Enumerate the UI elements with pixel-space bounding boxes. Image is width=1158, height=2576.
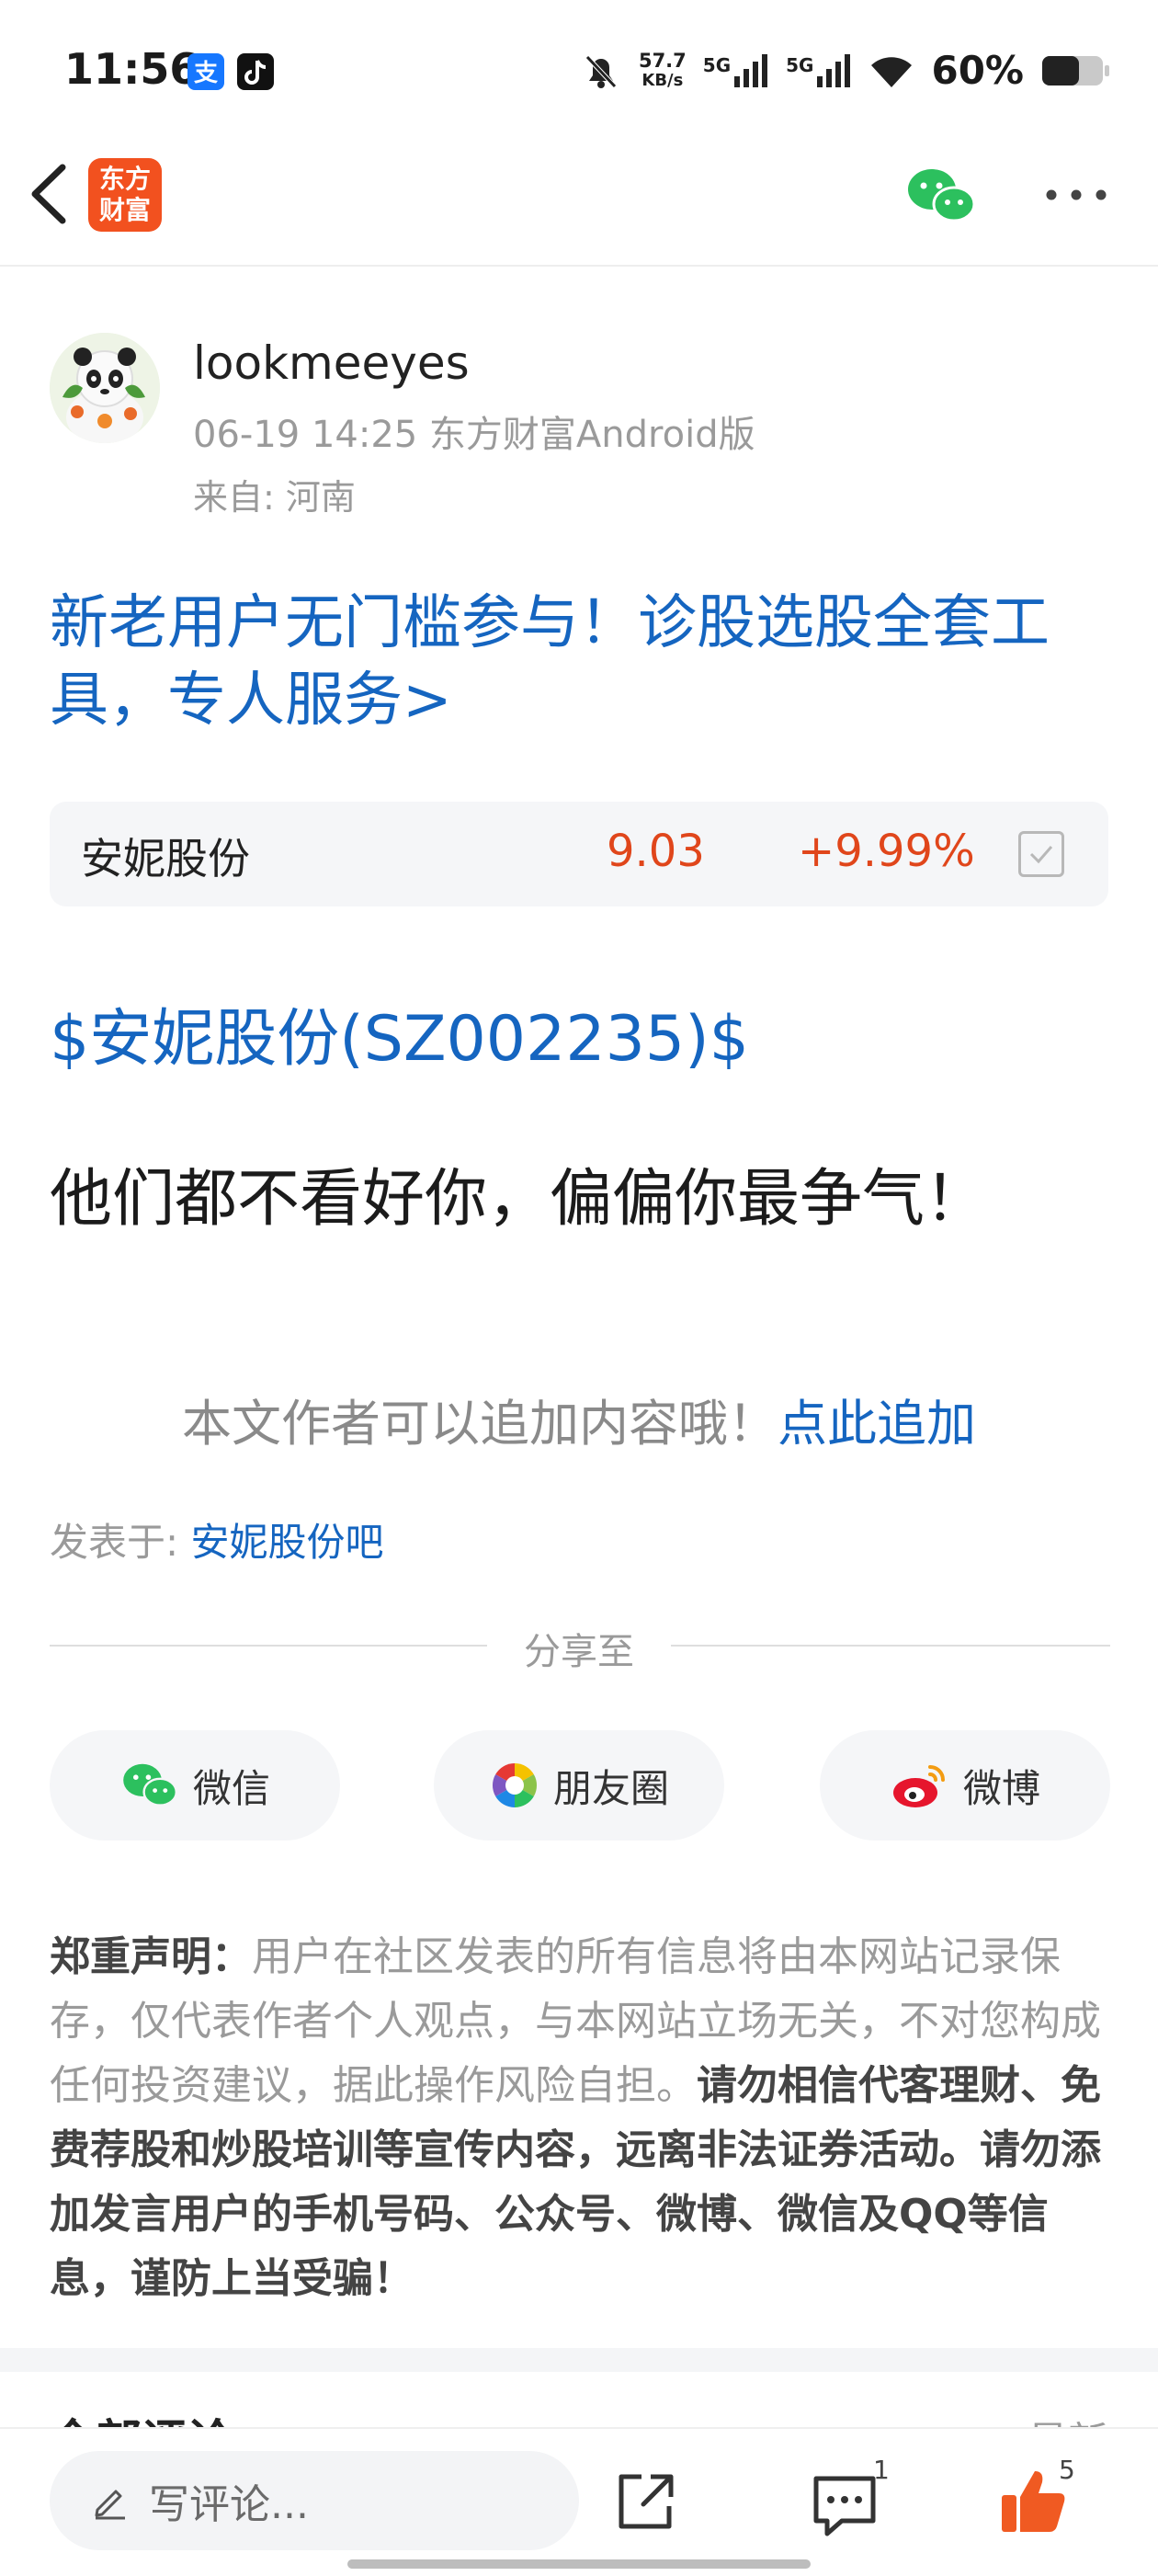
share-moments-label: 朋友圈	[552, 1765, 669, 1811]
disclaimer-title: 郑重声明：	[50, 1933, 252, 1980]
comment-placeholder: 写评论...	[149, 2481, 309, 2528]
moments-icon	[492, 1763, 537, 1807]
share-weibo-button[interactable]: 微博	[820, 1730, 1110, 1841]
wechat-icon	[123, 1763, 177, 1807]
posted-in: 发表于: 安妮股份吧	[50, 1511, 384, 1567]
avatar[interactable]	[50, 333, 160, 443]
check-icon	[1029, 846, 1053, 864]
share-title: 分享至	[524, 1631, 634, 1673]
wifi-icon	[871, 56, 913, 87]
stock-price: 9.03	[607, 826, 705, 877]
battery-icon	[1042, 55, 1109, 85]
share-wechat-label: 微信	[192, 1765, 270, 1811]
watchlist-checkbox[interactable]	[1018, 831, 1064, 877]
share-moments-button[interactable]: 朋友圈	[434, 1730, 724, 1841]
posted-label: 发表于:	[50, 1520, 191, 1565]
status-time: 11:56	[64, 44, 199, 94]
signal-2-icon: 5G	[786, 53, 852, 87]
wechat-share-icon[interactable]	[904, 164, 978, 228]
comment-count: 1	[873, 2455, 890, 2485]
disclaimer: 郑重声明：用户在社区发表的所有信息将由本网站记录保存，仅代表作者个人观点，与本网…	[50, 1925, 1112, 2311]
weibo-icon	[892, 1765, 945, 1807]
app-logo[interactable]: 东方 财富	[88, 158, 162, 232]
more-icon[interactable]	[1044, 184, 1108, 206]
append-link[interactable]: 点此追加	[778, 1395, 976, 1453]
alipay-icon: 支	[187, 53, 224, 90]
divider-right	[671, 1645, 1110, 1647]
share-post-button[interactable]	[610, 2468, 680, 2537]
share-wechat-button[interactable]: 微信	[50, 1730, 340, 1841]
back-button[interactable]	[24, 162, 79, 226]
nav-divider	[0, 265, 1158, 267]
stock-change: +9.99%	[798, 826, 975, 877]
net-speed: 57.7 KB/s	[638, 49, 687, 90]
promo-link[interactable]: 新老用户无门槛参与！诊股选股全套工具，专人服务>	[50, 585, 1107, 739]
mute-bell-icon	[585, 54, 617, 88]
home-indicator[interactable]	[347, 2559, 811, 2569]
stock-name: 安妮股份	[81, 834, 250, 883]
share-weibo-label: 微博	[962, 1765, 1040, 1811]
post-location: 来自: 河南	[193, 477, 356, 518]
share-out-icon	[619, 2474, 674, 2529]
status-icons: 57.7 KB/s 5G 5G 60%	[580, 48, 1110, 93]
comment-icon	[813, 2476, 876, 2536]
tiktok-icon	[237, 53, 274, 90]
signal-1-icon: 5G	[703, 53, 769, 87]
comments-button[interactable]	[809, 2471, 880, 2539]
battery-percent: 60%	[931, 48, 1024, 93]
author-name[interactable]: lookmeeyes	[193, 336, 470, 390]
svg-text:支: 支	[194, 60, 218, 87]
forum-link[interactable]: 安妮股份吧	[191, 1520, 384, 1565]
post-meta: 06-19 14:25 东方财富Android版	[193, 414, 755, 456]
pencil-icon	[95, 2490, 125, 2520]
comment-input[interactable]: 写评论...	[50, 2451, 579, 2550]
stock-tag-link[interactable]: $安妮股份(SZ002235)$	[50, 987, 749, 1078]
post-text: 他们都不看好你，偏偏你最争气！	[50, 1163, 988, 1236]
like-count: 5	[1059, 2455, 1075, 2485]
section-separator	[0, 2348, 1158, 2372]
append-prompt: 本文作者可以追加内容哦！点此追加	[0, 1383, 1158, 1455]
append-text: 本文作者可以追加内容哦！	[182, 1395, 778, 1453]
